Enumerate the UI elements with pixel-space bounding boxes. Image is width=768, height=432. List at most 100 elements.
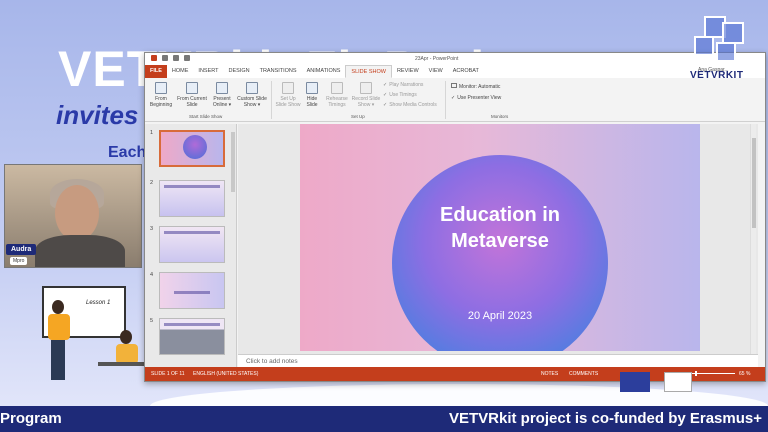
use-timings-checkbox[interactable]: ✓ Use Timings <box>383 92 417 98</box>
save-icon[interactable] <box>162 55 168 61</box>
tab-review[interactable]: REVIEW <box>392 65 424 78</box>
from-beginning-button[interactable]: From Beginning <box>149 82 173 108</box>
slide-thumbnail-5[interactable] <box>159 318 225 355</box>
thumb-number: 3 <box>150 226 154 232</box>
show-media-controls-checkbox[interactable]: ✓ Show Media Controls <box>383 102 437 108</box>
record-icon <box>360 82 372 94</box>
notes-pane[interactable]: Click to add notes <box>238 354 758 367</box>
tab-file[interactable]: FILE <box>145 65 167 78</box>
notes-button[interactable]: NOTES <box>541 371 558 377</box>
thumb-number: 4 <box>150 272 154 278</box>
slideshow-start-icon <box>155 82 167 94</box>
tab-animations[interactable]: ANIMATIONS <box>302 65 346 78</box>
show-media-label: Show Media Controls <box>389 102 437 108</box>
background-invites: invites <box>56 100 139 130</box>
person-body <box>35 235 125 267</box>
teacher-head <box>52 300 64 314</box>
teacher-legs <box>51 340 65 380</box>
thumbnails-scrollbar[interactable] <box>231 132 235 192</box>
footer-banner: Program VETVRkit project is co-funded by… <box>0 406 768 432</box>
thumb-number: 1 <box>150 130 154 136</box>
tab-acrobat[interactable]: ACROBAT <box>448 65 484 78</box>
tab-slide-show[interactable]: SLIDE SHOW <box>345 65 392 78</box>
present-online-button[interactable]: Present Online ▾ <box>211 82 233 108</box>
slide-canvas: Education in Metaverse 20 April 2023 <box>238 124 758 354</box>
present-online-label: Present Online ▾ <box>212 96 232 108</box>
logo-cube <box>694 36 714 56</box>
presenter-view-checkbox[interactable]: ✓ Use Presenter View <box>451 95 501 101</box>
from-current-label: From Current Slide <box>177 96 207 108</box>
logo-caption: Ana Gaspar... <box>698 67 729 73</box>
tab-design[interactable]: DESIGN <box>224 65 255 78</box>
from-current-button[interactable]: From Current Slide <box>177 82 207 108</box>
record-slide-show-button[interactable]: Record Slide Show ▾ <box>351 82 381 108</box>
logo-cube <box>722 22 744 44</box>
monitor-label: Monitor: Automatic <box>459 84 501 90</box>
board-text: Lesson 1 <box>86 300 111 306</box>
slide-title-line1: Education in <box>440 204 560 226</box>
tab-insert[interactable]: INSERT <box>193 65 223 78</box>
monitor-dropdown[interactable]: Monitor: Automatic <box>451 83 500 90</box>
thumb-circle <box>183 135 207 159</box>
slide-thumbnail-2[interactable] <box>159 180 225 217</box>
group-set-up: Set Up <box>351 114 365 119</box>
student-head <box>120 330 132 344</box>
rehearse-timings-button[interactable]: Rehearse Timings <box>323 82 351 108</box>
tab-view[interactable]: VIEW <box>424 65 448 78</box>
thumb-number: 5 <box>150 318 154 324</box>
slide-thumbnails-pane: 1 2 3 4 5 <box>145 124 237 367</box>
hide-slide-label: Hide Slide <box>306 96 318 108</box>
play-narrations-checkbox[interactable]: ✓ Play Narrations <box>383 82 423 88</box>
slide-thumbnail-4[interactable] <box>159 272 225 309</box>
custom-show-icon <box>246 82 258 94</box>
hide-slide-icon <box>306 82 318 94</box>
presenter-view-label: Use Presenter View <box>457 95 502 101</box>
footer-left-text: Program <box>0 410 62 427</box>
undo-icon[interactable] <box>173 55 179 61</box>
redo-icon[interactable] <box>184 55 190 61</box>
rehearse-label: Rehearse Timings <box>326 96 348 108</box>
hide-slide-button[interactable]: Hide Slide <box>303 82 321 108</box>
custom-show-button[interactable]: Custom Slide Show ▾ <box>237 82 267 108</box>
comments-button[interactable]: COMMENTS <box>569 371 598 377</box>
background-each: Each <box>108 144 147 161</box>
checkmark-icon: ✓ <box>451 95 456 101</box>
footer-right-text: VETVRkit project is co-funded by Erasmus… <box>449 410 762 427</box>
current-slide[interactable]: Education in Metaverse 20 April 2023 <box>300 124 700 351</box>
zoom-level[interactable]: 65 % <box>739 371 750 377</box>
powerpoint-icon <box>151 55 157 61</box>
slide-thumbnail-3[interactable] <box>159 226 225 263</box>
slide-title: Education in Metaverse <box>300 202 700 254</box>
play-narrations-label: Play Narrations <box>389 82 424 88</box>
slide-thumbnail-1[interactable] <box>159 130 225 167</box>
thumb-title-bar <box>174 291 210 294</box>
participant-name: Audra <box>6 244 37 255</box>
ribbon: From Beginning From Current Slide Presen… <box>145 78 765 122</box>
ribbon-separator <box>445 81 446 119</box>
eu-flag-icon <box>620 372 650 392</box>
group-monitors: Monitors <box>491 114 509 119</box>
set-up-slide-show-button[interactable]: Set Up Slide Show <box>275 82 301 108</box>
teacher-body <box>48 314 70 340</box>
slide-title-line2: Metaverse <box>451 230 549 252</box>
tab-home[interactable]: HOME <box>167 65 194 78</box>
ribbon-separator <box>271 81 272 119</box>
tab-transitions[interactable]: TRANSITIONS <box>255 65 302 78</box>
canvas-scrollbar[interactable] <box>750 124 756 354</box>
slide-date: 20 April 2023 <box>467 310 533 322</box>
language-indicator[interactable]: ENGLISH (UNITED STATES) <box>193 371 258 377</box>
window-title: 23Apr - PowerPoint <box>415 56 459 62</box>
illustration-desk <box>98 362 150 366</box>
student-body <box>116 344 138 364</box>
scrollbar-thumb[interactable] <box>752 138 756 228</box>
illustration-student <box>110 330 140 390</box>
use-timings-label: Use Timings <box>389 92 417 98</box>
group-start-slide-show: Start Slide Show <box>189 114 223 119</box>
powerpoint-window: 23Apr - PowerPoint FILE HOME INSERT DESI… <box>144 52 766 382</box>
partner-logo <box>664 372 692 392</box>
from-beginning-label: From Beginning <box>149 96 173 108</box>
zoom-slider-knob[interactable] <box>695 371 697 376</box>
present-online-icon <box>216 82 228 94</box>
titlebar: 23Apr - PowerPoint <box>145 53 765 65</box>
thumb-number: 2 <box>150 180 154 186</box>
